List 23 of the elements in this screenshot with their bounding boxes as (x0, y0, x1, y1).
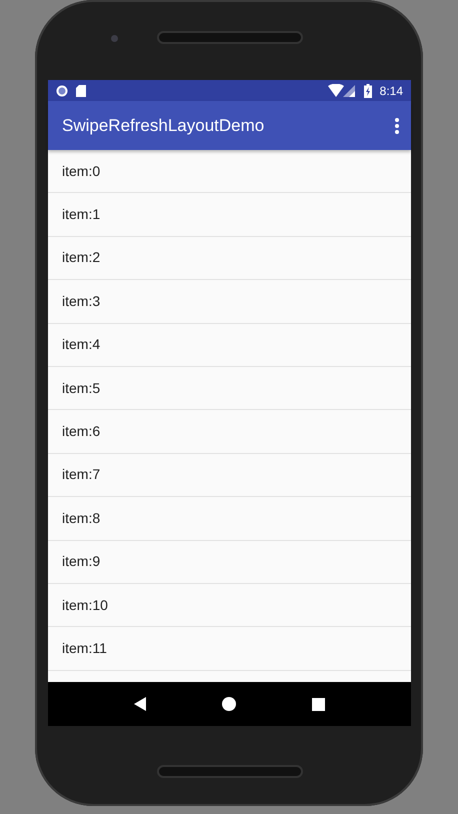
sd-card-icon (76, 84, 86, 96)
app-title: SwipeRefreshLayoutDemo (62, 114, 264, 137)
list-item[interactable]: item:7 (48, 454, 411, 498)
list-item[interactable]: item:10 (48, 584, 411, 628)
list-item[interactable]: item:8 (48, 497, 411, 541)
signal-icon (328, 84, 356, 98)
list-item[interactable]: item:5 (48, 366, 411, 410)
home-icon[interactable] (222, 697, 236, 711)
list-item[interactable]: item:11 (48, 627, 411, 671)
list-item[interactable]: item:2 (48, 236, 411, 280)
back-icon[interactable] (134, 697, 146, 711)
list-item[interactable]: item:0 (48, 150, 411, 194)
status-time: 8:14 (380, 82, 403, 100)
list-item[interactable]: item:4 (48, 324, 411, 367)
overflow-menu-icon[interactable] (395, 118, 399, 134)
battery-icon (364, 84, 372, 98)
list-item[interactable]: item:6 (48, 410, 411, 454)
camera-icon (111, 35, 118, 42)
list-item[interactable]: item:9 (48, 540, 411, 584)
record-icon (56, 84, 68, 96)
list-item[interactable]: item:3 (48, 280, 411, 324)
list-item[interactable]: item:1 (48, 193, 411, 237)
recents-icon[interactable] (312, 698, 325, 710)
